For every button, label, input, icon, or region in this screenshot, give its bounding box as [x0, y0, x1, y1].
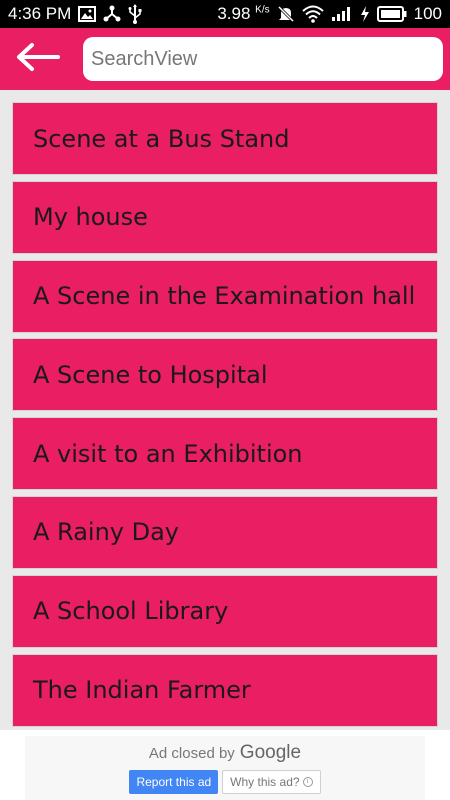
why-this-ad-button[interactable]: Why this ad? i: [222, 770, 321, 794]
network-speed: 3.98 K/s: [217, 4, 269, 24]
list-item[interactable]: The Indian Farmer: [12, 653, 438, 727]
arrow-back-icon: [16, 42, 60, 77]
signal-icon: [331, 6, 353, 22]
list-item[interactable]: My house: [12, 180, 438, 254]
list-item-label: The Indian Farmer: [33, 676, 251, 705]
list-area: Scene at a Bus Stand My house A Scene in…: [0, 90, 450, 730]
list-item-label: A Scene to Hospital: [33, 360, 268, 389]
usb-icon: [128, 4, 142, 24]
ad-closed-notice: Ad closed by Google: [25, 742, 425, 764]
google-logo: Google: [239, 742, 302, 763]
status-left: 4:36 PM: [8, 4, 142, 24]
list-item[interactable]: A visit to an Exhibition: [12, 417, 438, 491]
list-item-label: A School Library: [33, 597, 229, 626]
image-icon: [78, 6, 97, 22]
info-icon: i: [302, 777, 313, 787]
list-item-label: A Scene in the Examination hall: [33, 282, 416, 311]
status-time: 4:36 PM: [8, 4, 72, 23]
status-right: 3.98 K/s 100: [217, 4, 442, 24]
battery-icon: [376, 6, 407, 22]
ad-buttons: Report this ad Why this ad? i: [25, 770, 425, 794]
mute-icon: [277, 5, 295, 23]
network-speed-unit: K/s: [255, 4, 270, 16]
list-item[interactable]: A Rainy Day: [12, 495, 438, 569]
ad-closed-text: Ad closed by: [148, 745, 235, 762]
report-ad-button[interactable]: Report this ad: [129, 770, 219, 794]
list-item[interactable]: A Scene in the Examination hall: [12, 259, 438, 333]
status-bar: 4:36 PM 3.98 K/s 100: [0, 0, 450, 28]
ad-banner: Ad closed by Google Report this ad Why t…: [25, 736, 425, 800]
list-item-label: A Rainy Day: [33, 518, 180, 547]
list-item-label: My house: [33, 203, 148, 232]
list-item-label: A visit to an Exhibition: [33, 439, 303, 468]
list-item[interactable]: Scene at a Bus Stand: [12, 102, 438, 175]
list-item-label: Scene at a Bus Stand: [33, 124, 290, 153]
wifi-icon: [301, 5, 324, 23]
toolbar: [0, 28, 450, 90]
search-view[interactable]: [83, 37, 443, 81]
list-item[interactable]: A School Library: [12, 574, 438, 648]
charging-icon: [360, 6, 370, 22]
search-input[interactable]: [91, 47, 443, 71]
network-speed-value: 3.98: [217, 4, 251, 23]
battery-level: 100: [413, 4, 442, 23]
back-button[interactable]: [0, 28, 76, 90]
topic-list: Scene at a Bus Stand My house A Scene in…: [12, 102, 438, 732]
list-item[interactable]: A Scene to Hospital: [12, 338, 438, 412]
why-this-ad-label: Why this ad?: [230, 775, 300, 789]
share-icon: [103, 5, 121, 23]
